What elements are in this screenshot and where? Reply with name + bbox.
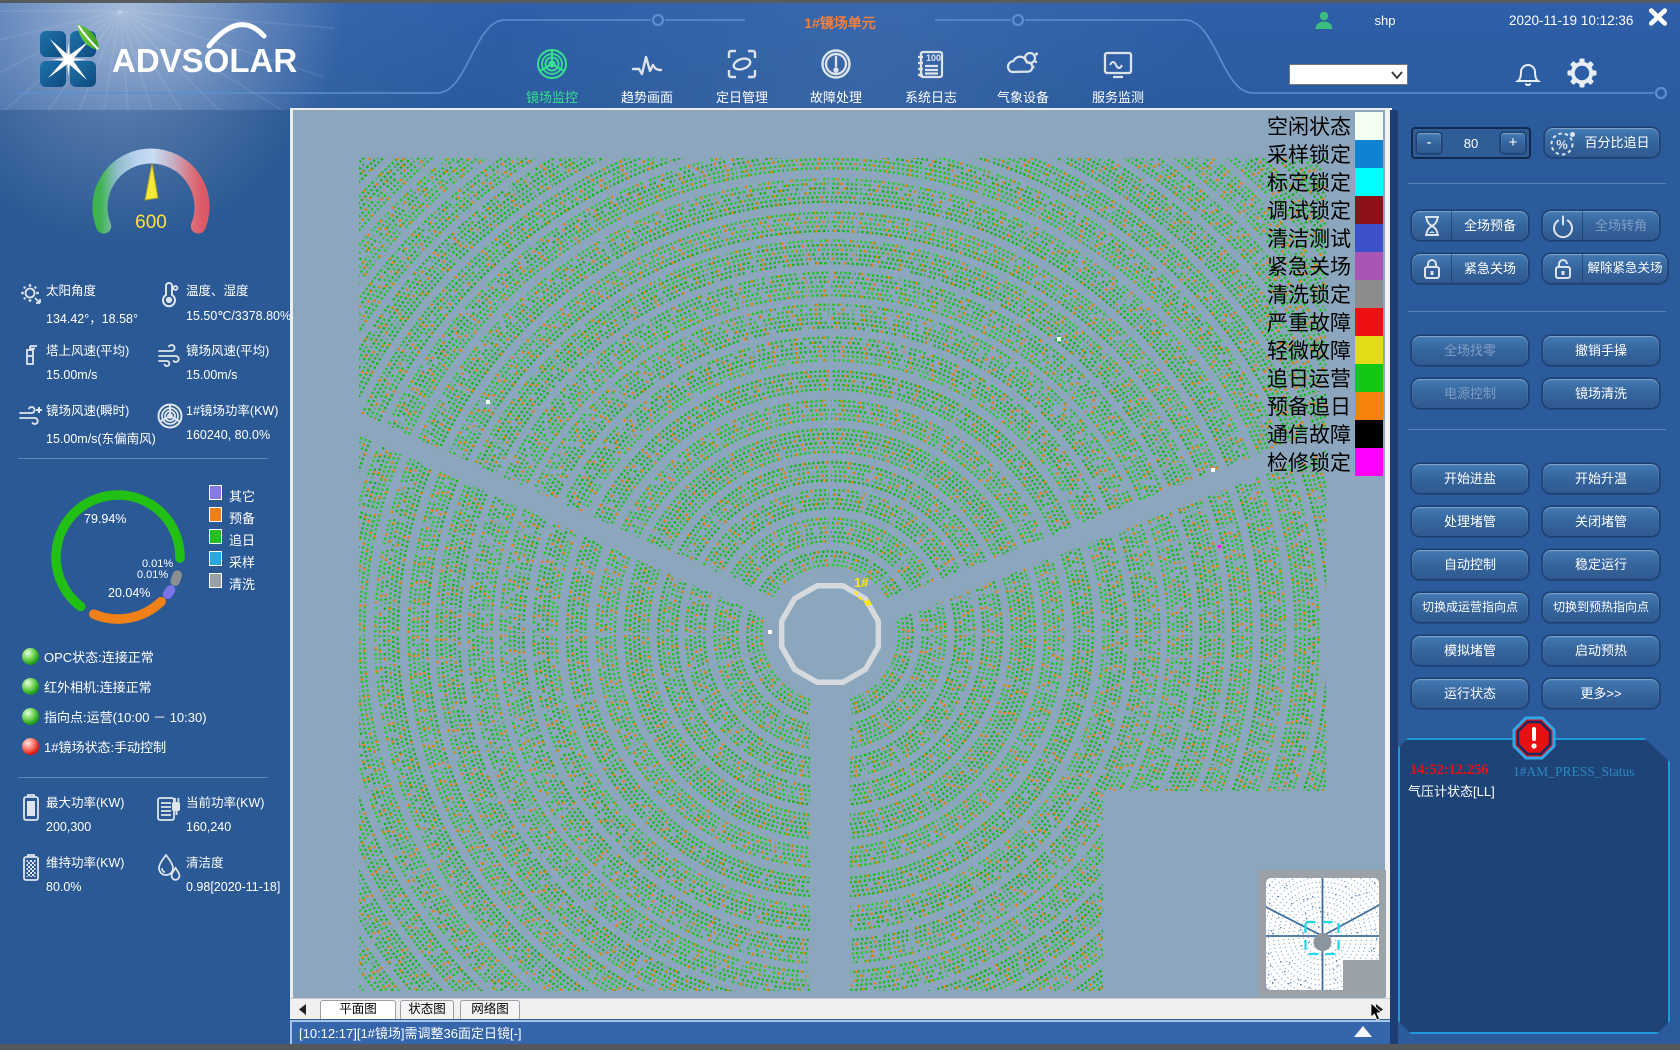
svg-text:100: 100 bbox=[926, 53, 941, 63]
svg-text:1#: 1# bbox=[854, 575, 869, 590]
svg-text:%: % bbox=[1556, 137, 1568, 152]
svg-text:600: 600 bbox=[135, 212, 167, 233]
svg-text:ADVSOLAR: ADVSOLAR bbox=[112, 42, 297, 79]
